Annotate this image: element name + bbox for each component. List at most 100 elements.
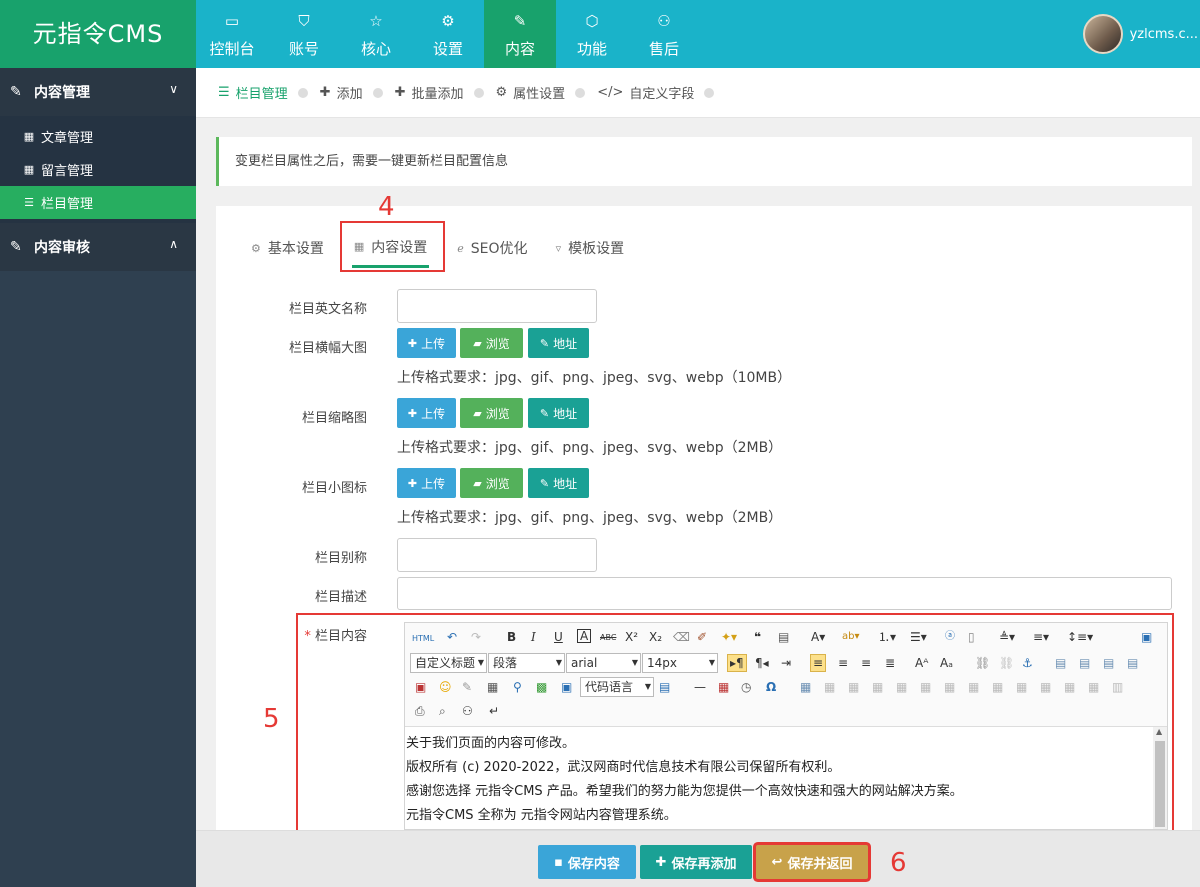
rtl-icon[interactable]: ¶◂ [755,655,769,671]
tab-seo[interactable]: ℯ SEO优化 [457,228,527,268]
line-height-icon[interactable]: ↕≡▾ [1067,629,1093,645]
save-and-return-button[interactable]: ↩ 保存并返回 [756,845,868,879]
nav-account[interactable]: ⛉ 账号 [268,0,340,68]
paste-text-icon[interactable]: ▤ [778,629,789,645]
thumb-browse-button[interactable]: ▰ 浏览 [460,398,523,428]
delete-row-icon[interactable]: ▦ [896,679,907,695]
preview-icon[interactable]: ⌕ [439,703,446,719]
crumb-attribute-settings[interactable]: ⚙ 属性设置 [496,83,598,102]
heading-select[interactable]: 自定义标题 ▼ [410,653,487,673]
user-name[interactable]: yzlcms.c... [1130,27,1198,42]
rich-text-editor[interactable]: HTML ↶ ↷ B I U A ABC X² X₂ ⌫ ✐ ✦▾ ❝ ▤ A▾… [404,622,1168,830]
insert-table-icon[interactable]: ▦ [800,679,811,695]
indent-icon[interactable]: ⇥ [781,655,791,671]
scrawl-icon[interactable]: ✎ [462,679,472,695]
save-and-add-button[interactable]: ✚ 保存再添加 [640,845,752,879]
template-icon[interactable]: ▤ [659,679,670,695]
editor-scrollbar[interactable]: ▲ [1153,727,1167,829]
crumb-custom-fields[interactable]: </> 自定义字段 [597,83,726,102]
video-icon[interactable]: ▦ [487,679,498,695]
anchor-icon[interactable]: ⚓ [1022,655,1033,671]
superscript-icon[interactable]: X² [625,629,638,645]
split-cells-icon[interactable]: ▦ [1040,679,1051,695]
avatar[interactable] [1082,14,1123,54]
unlink-icon[interactable]: ⛓ [999,655,1014,671]
sidebar-section-content-management[interactable]: ✎ 内容管理 ∨ [0,68,196,116]
html-source-button[interactable]: HTML [412,631,434,647]
thumb-address-button[interactable]: ✎ 地址 [528,398,589,428]
split-cols-icon[interactable]: ▦ [1088,679,1099,695]
special-chars-icon[interactable]: Ω [766,679,776,695]
clear-doc-icon[interactable]: ▯ [968,629,975,645]
select-all-icon[interactable]: ⓐ [945,629,955,645]
code-language-select[interactable]: 代码语言 ▼ [580,677,654,697]
tab-basic-settings[interactable]: ⚙ 基本设置 [251,228,324,268]
icon-address-button[interactable]: ✎ 地址 [528,468,589,498]
paragraph-select[interactable]: 段落 ▼ [488,653,565,673]
insert-col-icon[interactable]: ▦ [920,679,931,695]
banner-upload-button[interactable]: ✚ 上传 [397,328,456,358]
font-family-select[interactable]: arial ▼ [566,653,641,673]
horizontal-rule-icon[interactable]: — [694,679,706,695]
font-border-icon[interactable]: A [577,629,592,643]
alias-input[interactable] [397,538,597,572]
nav-features[interactable]: ⬡ 功能 [556,0,628,68]
nav-settings[interactable]: ⚙ 设置 [412,0,484,68]
insert-row-icon[interactable]: ▦ [872,679,883,695]
icon-browse-button[interactable]: ▰ 浏览 [460,468,523,498]
nav-content[interactable]: ✎ 内容 [484,0,556,68]
image-none-icon[interactable]: ▤ [1055,655,1066,671]
font-size-select[interactable]: 14px ▼ [642,653,718,673]
print-icon[interactable]: ⎙ [415,703,425,719]
eraser-icon[interactable]: ⌫ [673,629,690,645]
align-right-icon[interactable]: ≡ [861,655,871,671]
blockquote-icon[interactable]: ❝ [754,629,761,645]
merge-down-icon[interactable]: ▦ [1016,679,1027,695]
thumb-upload-button[interactable]: ✚ 上传 [397,398,456,428]
scrollbar-thumb[interactable] [1155,741,1165,827]
sidebar-item-articles[interactable]: ▦ 文章管理 [0,120,196,153]
redo-icon[interactable]: ↷ [471,629,481,645]
save-button[interactable]: ▪ 保存内容 [538,845,636,879]
image-left-icon[interactable]: ▤ [1079,655,1090,671]
tab-template-settings[interactable]: ▿ 模板设置 [556,228,625,268]
merge-cells-icon[interactable]: ▦ [968,679,979,695]
auto-format-icon[interactable]: ✦▾ [721,629,737,645]
format-brush-icon[interactable]: ✐ [697,629,707,645]
banner-address-button[interactable]: ✎ 地址 [528,328,589,358]
scroll-up-icon[interactable]: ▲ [1156,727,1162,736]
row-spacing-top-icon[interactable]: ≜▾ [999,629,1015,645]
crumb-column-management[interactable]: ☰ 栏目管理 [218,83,320,102]
split-rows-icon[interactable]: ▦ [1064,679,1075,695]
strikethrough-icon[interactable]: ABC [600,630,616,646]
undo-icon[interactable]: ↶ [447,629,457,645]
app-logo[interactable]: 元指令CMS [0,0,196,68]
simple-upload-icon[interactable]: ▣ [415,679,426,695]
italic-icon[interactable]: I [531,629,536,645]
link-icon[interactable]: ⛓ [975,655,990,671]
crumb-batch-add[interactable]: ✚ 批量添加 [395,83,496,102]
to-lower-icon[interactable]: Aₐ [940,655,953,671]
sidebar-item-columns[interactable]: ☰ 栏目管理 [0,186,196,219]
enter-icon[interactable]: ↵ [489,703,499,719]
delete-col-icon[interactable]: ▦ [944,679,955,695]
attachment-icon[interactable]: ⚲ [513,679,522,695]
date-icon[interactable]: ▦ [718,679,729,695]
editor-content[interactable]: 关于我们页面的内容可修改。 版权所有 (c) 2020-2022，武汉网商时代信… [405,727,1155,829]
time-icon[interactable]: ◷ [741,679,751,695]
insert-paragraph-before-table-icon[interactable]: ▦ [848,679,859,695]
crumb-add[interactable]: ✚ 添加 [320,83,395,102]
unordered-list-icon[interactable]: ☰▾ [910,629,927,645]
nav-dashboard[interactable]: ▭ 控制台 [196,0,268,68]
nav-core[interactable]: ☆ 核心 [340,0,412,68]
map-icon[interactable]: ▩ [536,679,547,695]
ltr-icon[interactable]: ▸¶ [727,654,747,672]
row-spacing-bottom-icon[interactable]: ≡▾ [1033,629,1049,645]
emotion-icon[interactable]: ☺ [439,679,452,695]
font-color-icon[interactable]: A▾ [811,629,825,645]
merge-right-icon[interactable]: ▦ [992,679,1003,695]
underline-icon[interactable]: U [554,629,563,645]
search-replace-icon[interactable]: ⚇ [462,703,473,719]
align-left-icon[interactable]: ≡ [810,654,827,672]
align-justify-icon[interactable]: ≣ [885,655,895,671]
